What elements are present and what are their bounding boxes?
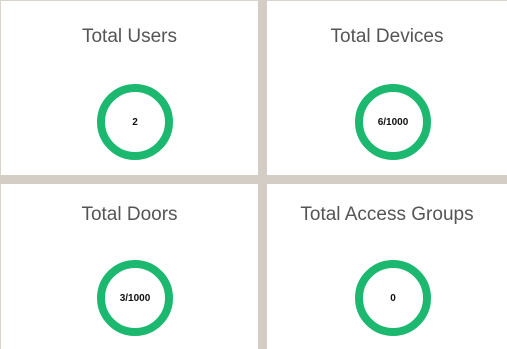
progress-ring: 6/1000	[355, 84, 431, 160]
ring-value: 0	[390, 292, 396, 304]
total-users-card: Total Users 2	[0, 0, 258, 175]
total-access-groups-card: Total Access Groups 0	[267, 184, 507, 349]
progress-ring: 2	[97, 84, 173, 160]
total-doors-card: Total Doors 3/1000	[0, 184, 258, 349]
progress-ring: 3/1000	[97, 260, 173, 336]
ring-value: 6/1000	[377, 116, 409, 128]
card-title: Total Users	[81, 26, 178, 47]
ring-value: 3/1000	[119, 292, 151, 304]
ring-value: 2	[132, 116, 138, 128]
card-title: Total Devices	[330, 26, 444, 47]
card-title: Total Doors	[81, 204, 178, 225]
card-title: Total Access Groups	[300, 204, 474, 225]
total-devices-card: Total Devices 6/1000	[267, 0, 507, 175]
progress-ring: 0	[355, 260, 431, 336]
